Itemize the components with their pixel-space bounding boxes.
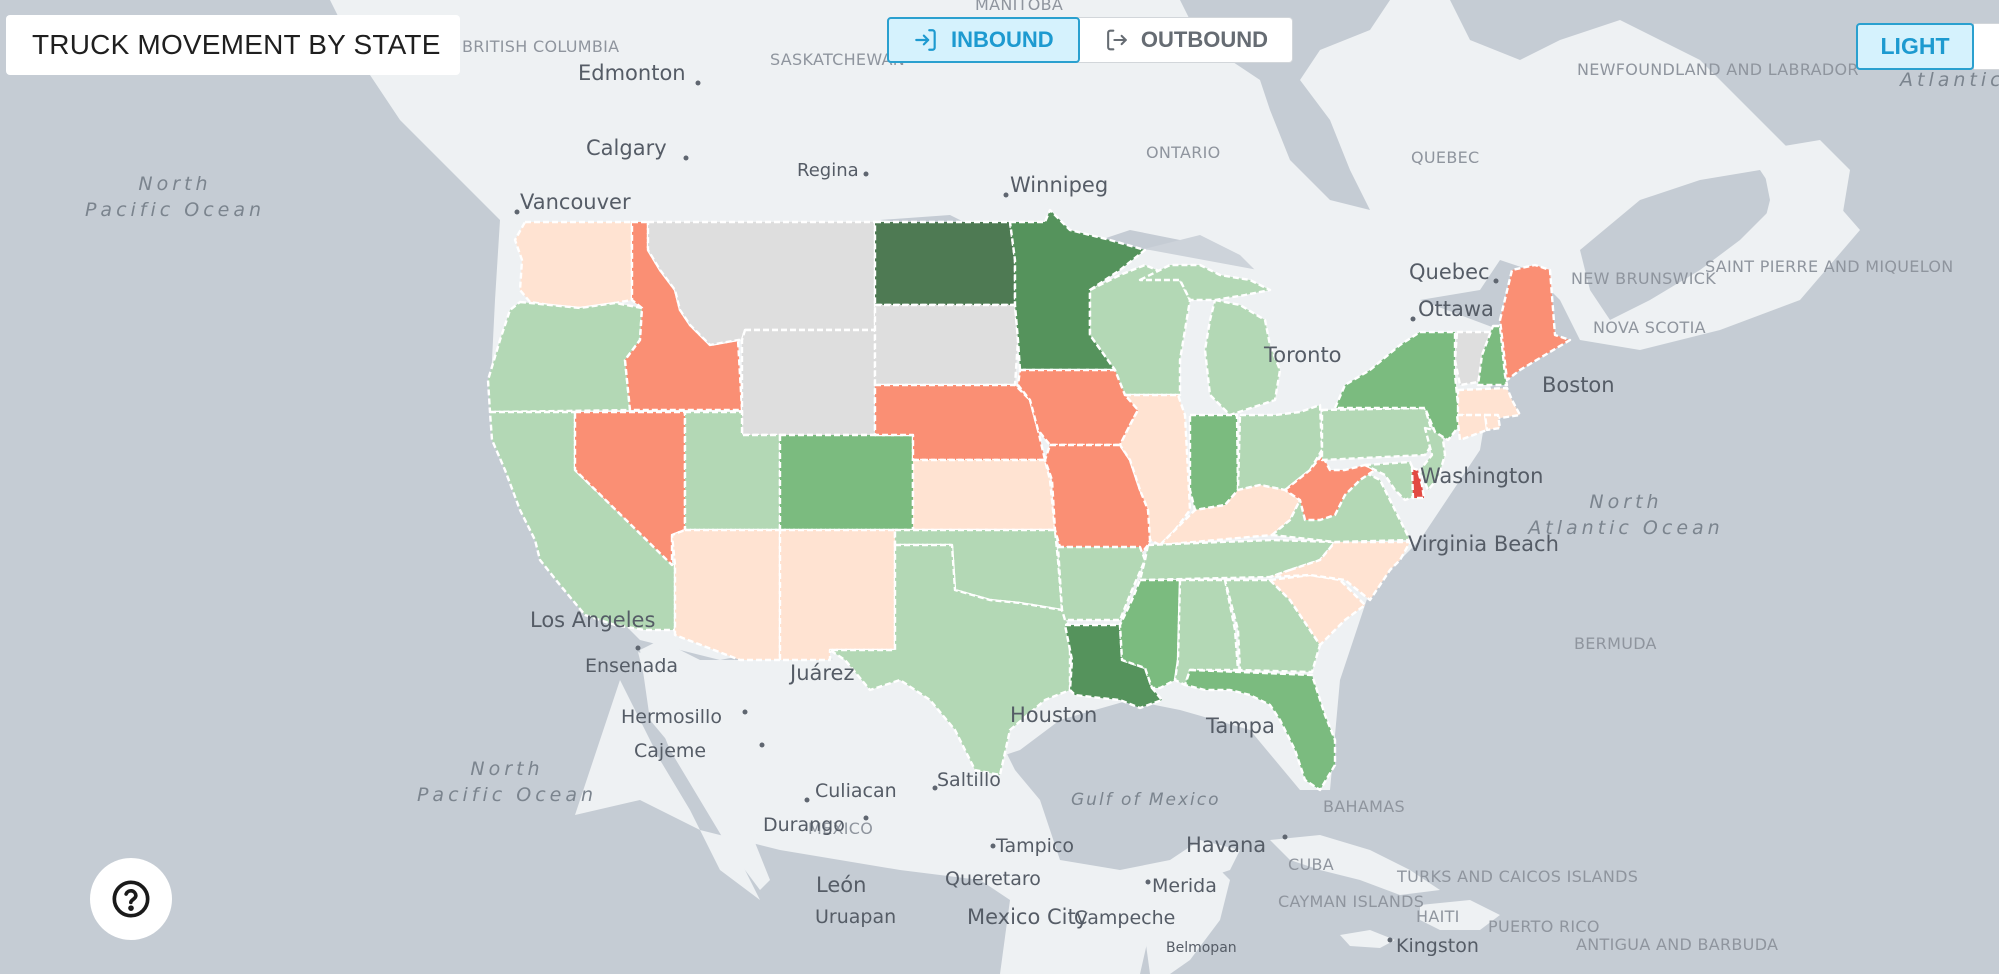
label-city: Boston bbox=[1542, 373, 1615, 397]
label-city: Calgary bbox=[586, 136, 667, 160]
label-ocean: Atlantic bbox=[1898, 69, 1999, 91]
label-region: BRITISH COLUMBIA bbox=[462, 37, 619, 56]
label-city: Winnipeg bbox=[1010, 173, 1108, 197]
label-region: TURKS AND CAICOS ISLANDS bbox=[1396, 867, 1638, 886]
state-kansas[interactable] bbox=[911, 458, 1057, 532]
label-gulf: Gulf of Mexico bbox=[1071, 790, 1221, 810]
label-city: Belmopan bbox=[1166, 940, 1237, 956]
page-title: TRUCK MOVEMENT BY STATE bbox=[32, 29, 441, 60]
city-dot bbox=[1493, 278, 1499, 284]
label-city: Queretaro bbox=[945, 868, 1041, 890]
label-city: Tampa bbox=[1205, 714, 1275, 738]
city-dot bbox=[742, 709, 748, 715]
label-city: Saltillo bbox=[937, 769, 1001, 791]
city-dot bbox=[1282, 834, 1288, 840]
label-city: Los Angeles bbox=[530, 608, 655, 632]
outbound-button[interactable]: OUTBOUND bbox=[1080, 18, 1292, 62]
theme-toggle: LIGHT bbox=[1856, 23, 1999, 70]
city-dot bbox=[683, 155, 689, 161]
label-region: BAHAMAS bbox=[1323, 797, 1405, 816]
label-city: Toronto bbox=[1263, 343, 1342, 367]
login-arrow-icon bbox=[915, 29, 936, 51]
label-city: Culiacan bbox=[815, 780, 897, 802]
label-region: PUERTO RICO bbox=[1488, 917, 1600, 936]
direction-toggle: INBOUND OUTBOUND bbox=[887, 17, 1293, 63]
label-region: CUBA bbox=[1288, 855, 1334, 874]
city-dot bbox=[804, 797, 810, 803]
label-city: Hermosillo bbox=[621, 706, 722, 728]
label-region: NEW BRUNSWICK bbox=[1571, 269, 1716, 288]
choropleth-map[interactable]: BRITISH COLUMBIA SASKATCHEWAN MANITOBA O… bbox=[0, 0, 1999, 974]
state-south-dakota[interactable] bbox=[873, 303, 1020, 387]
label-city: Kingston bbox=[1396, 935, 1479, 957]
inbound-button[interactable]: INBOUND bbox=[887, 17, 1080, 63]
help-button[interactable] bbox=[90, 858, 172, 940]
city-dot bbox=[1003, 192, 1009, 198]
state-rhode-island[interactable] bbox=[1483, 413, 1502, 432]
label-region: BERMUDA bbox=[1574, 634, 1657, 653]
state-arizona[interactable] bbox=[670, 528, 782, 662]
label-city: Durango bbox=[763, 814, 845, 836]
city-dot bbox=[1410, 316, 1416, 322]
label-city: Campeche bbox=[1074, 907, 1175, 929]
label-city: Tampico bbox=[995, 835, 1074, 857]
label-city: Vancouver bbox=[520, 190, 631, 214]
city-dot bbox=[759, 742, 765, 748]
label-city: Washington bbox=[1420, 464, 1543, 488]
label-region: SASKATCHEWAN bbox=[770, 50, 905, 69]
label-region: ANTIGUA AND BARBUDA bbox=[1576, 935, 1778, 954]
city-dot bbox=[863, 171, 869, 177]
label-city: Mexico City bbox=[967, 905, 1088, 929]
label-region: CAYMAN ISLANDS bbox=[1278, 892, 1424, 911]
state-washington[interactable] bbox=[513, 220, 634, 310]
label-city: Houston bbox=[1010, 703, 1097, 727]
label-region: HAITI bbox=[1416, 907, 1460, 926]
logout-arrow-icon bbox=[1107, 29, 1127, 51]
label-city: Quebec bbox=[1409, 260, 1490, 284]
label-city: Juárez bbox=[788, 661, 855, 685]
label-city: Cajeme bbox=[634, 740, 706, 762]
inbound-label: INBOUND bbox=[951, 27, 1054, 52]
state-oregon[interactable] bbox=[486, 300, 644, 414]
city-dot bbox=[1145, 879, 1151, 885]
state-colorado[interactable] bbox=[778, 433, 915, 532]
label-region: NEWFOUNDLAND AND LABRADOR bbox=[1577, 60, 1859, 79]
state-new-mexico[interactable] bbox=[778, 528, 897, 662]
label-city: Ottawa bbox=[1418, 297, 1494, 321]
label-region: SAINT PIERRE AND MIQUELON bbox=[1705, 257, 1954, 276]
state-wyoming[interactable] bbox=[740, 328, 877, 437]
label-city: Ensenada bbox=[585, 655, 678, 677]
city-dot bbox=[514, 209, 520, 215]
label-region: NOVA SCOTIA bbox=[1593, 318, 1706, 337]
label-city: Merida bbox=[1152, 875, 1217, 897]
state-indiana[interactable] bbox=[1188, 413, 1240, 512]
dark-theme-button[interactable] bbox=[1974, 23, 1999, 70]
outbound-label: OUTBOUND bbox=[1140, 27, 1268, 52]
label-city: Regina bbox=[797, 160, 859, 181]
city-dot bbox=[990, 843, 996, 849]
label-city: León bbox=[816, 873, 866, 897]
light-theme-button[interactable]: LIGHT bbox=[1856, 23, 1974, 70]
label-city: Havana bbox=[1186, 833, 1266, 857]
label-region: MANITOBA bbox=[975, 0, 1063, 14]
city-dot bbox=[1387, 937, 1393, 943]
help-circle-icon bbox=[112, 880, 150, 918]
label-city: Edmonton bbox=[578, 61, 686, 85]
state-pennsylvania[interactable] bbox=[1320, 406, 1437, 462]
title-card: TRUCK MOVEMENT BY STATE bbox=[6, 15, 460, 75]
city-dot bbox=[635, 645, 641, 651]
label-region: QUEBEC bbox=[1411, 148, 1479, 167]
label-city: Uruapan bbox=[815, 906, 896, 928]
city-dot bbox=[695, 80, 701, 86]
state-north-dakota[interactable] bbox=[873, 220, 1017, 307]
label-region: ONTARIO bbox=[1146, 143, 1221, 162]
